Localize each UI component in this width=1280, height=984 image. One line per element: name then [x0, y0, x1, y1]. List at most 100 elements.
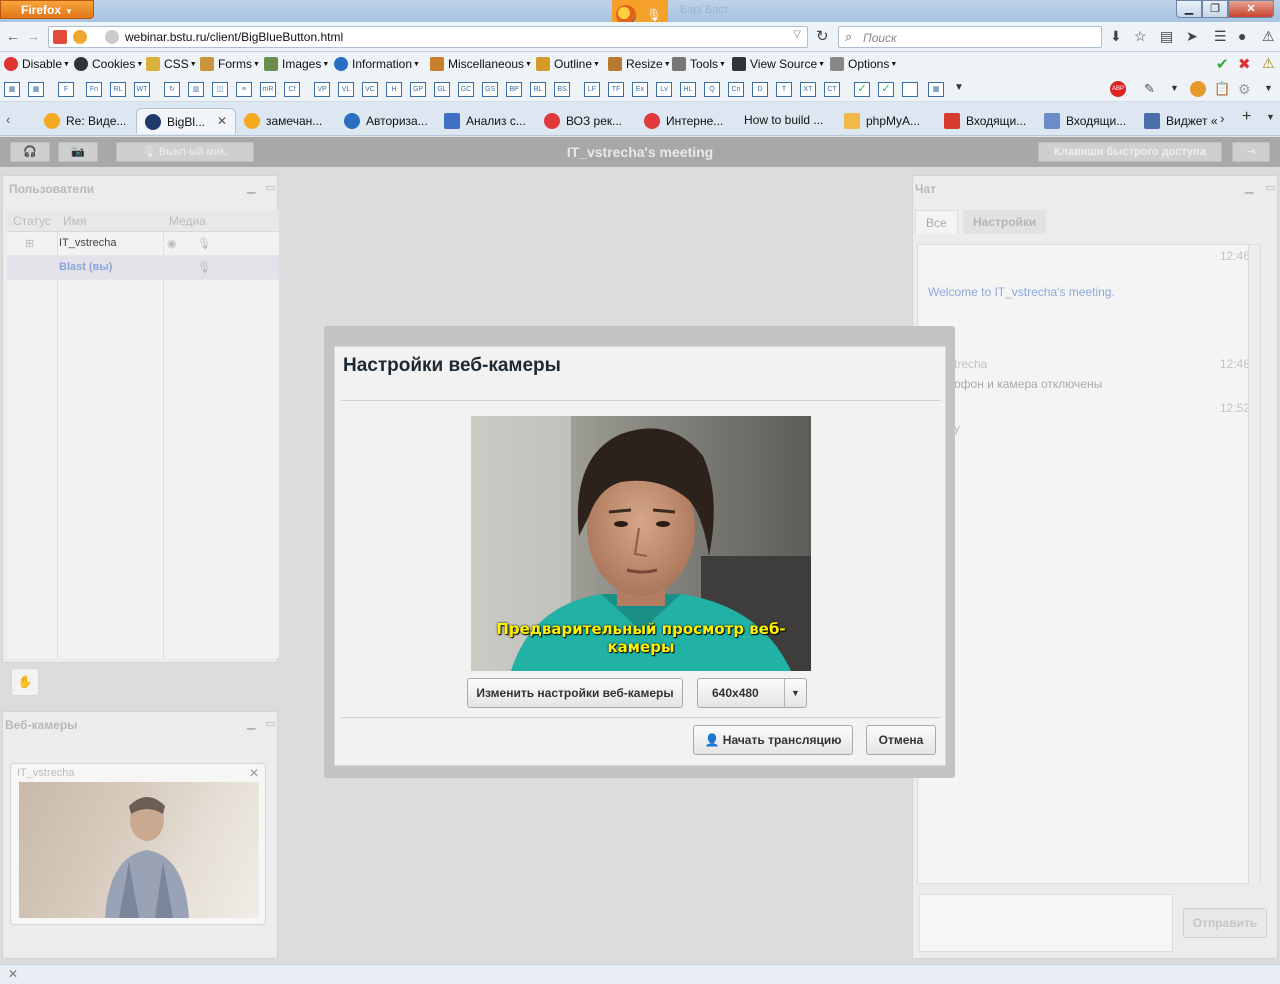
grid-icon[interactable]: ▦	[4, 82, 20, 97]
chat-scrollbar[interactable]	[1248, 245, 1260, 885]
checkbox-checked-icon[interactable]: ✓	[854, 82, 870, 97]
layout-icon[interactable]: ◫	[212, 82, 228, 97]
ext-button[interactable]: F	[58, 82, 74, 97]
shortcuts-button[interactable]: Клавиши быстрого доступа	[1038, 142, 1222, 162]
minimize-button[interactable]: ▁	[1176, 0, 1202, 18]
send-icon[interactable]: ➤	[1186, 28, 1198, 45]
toolbar-images[interactable]: Images▼	[264, 57, 329, 71]
firebug-icon[interactable]	[1190, 81, 1206, 97]
ext-button[interactable]: LF	[584, 82, 600, 97]
warning-icon[interactable]: ⚠	[1262, 28, 1275, 45]
error-icon[interactable]: ✖	[1238, 55, 1251, 73]
toolbar-options[interactable]: Options▼	[830, 57, 897, 71]
ext-button[interactable]: GS	[482, 82, 498, 97]
maximize-panel-icon[interactable]: ▭	[265, 717, 275, 730]
tab-5[interactable]: ВОЗ рек...	[544, 108, 622, 134]
tab-3[interactable]: Авториза...	[344, 108, 428, 134]
toolbar-miscellaneous[interactable]: Miscellaneous▼	[430, 57, 532, 71]
list-icon[interactable]: ≡	[236, 82, 252, 97]
tab-10[interactable]: Входящи...	[1044, 108, 1126, 134]
ext-button[interactable]: VP	[314, 82, 330, 97]
minimize-panel-icon[interactable]: ▁	[1245, 181, 1253, 194]
ext-button[interactable]: BL	[530, 82, 546, 97]
column-name[interactable]: Имя	[63, 214, 86, 228]
ext-button[interactable]: GC	[458, 82, 474, 97]
ext-button[interactable]: H	[386, 82, 402, 97]
ext-button[interactable]: T	[776, 82, 792, 97]
microphone-permission-icon[interactable]	[73, 30, 87, 44]
url-dropdown-icon[interactable]: ▽	[793, 29, 801, 40]
ext-button[interactable]: XT	[800, 82, 816, 97]
chat-tab-settings[interactable]: Настройки	[963, 210, 1047, 234]
minimize-panel-icon[interactable]: ▁	[247, 717, 255, 730]
refresh-icon[interactable]: ↻	[164, 82, 180, 97]
maximize-panel-icon[interactable]: ▭	[1265, 181, 1275, 194]
ext-button[interactable]: Lv	[656, 82, 672, 97]
close-feed-icon[interactable]: ✕	[249, 766, 259, 780]
ext-button[interactable]: Q	[704, 82, 720, 97]
chevron-down-icon[interactable]: ▼	[784, 679, 806, 707]
logout-button[interactable]: ⇥	[1232, 142, 1270, 162]
start-broadcast-button[interactable]: 👤 Начать трансляцию	[693, 725, 853, 755]
close-tab-icon[interactable]: ✕	[217, 114, 227, 128]
tab-8[interactable]: phpMyA...	[844, 108, 920, 134]
minimize-panel-icon[interactable]: ▁	[247, 181, 255, 194]
chevron-down-icon[interactable]: ▼	[1264, 83, 1273, 93]
eyedropper-icon[interactable]: ✎	[1144, 81, 1155, 97]
tab-0[interactable]: Re: Виде...	[44, 108, 126, 134]
chat-tab-all[interactable]: Все	[915, 210, 958, 234]
resolution-select[interactable]: 640x480 ▼	[697, 678, 807, 708]
ext-button[interactable]: GL	[434, 82, 450, 97]
chat-message-input[interactable]	[919, 894, 1173, 952]
ext-button[interactable]: BP	[506, 82, 522, 97]
bookmarks-list-icon[interactable]: ▤	[1160, 28, 1173, 45]
bookmark-star-icon[interactable]: ☆	[1134, 28, 1147, 45]
toolbar-view-source[interactable]: View Source▼	[732, 57, 825, 71]
url-text[interactable]: webinar.bstu.ru/client/BigBlueButton.htm…	[125, 30, 343, 44]
close-statusbar-icon[interactable]: ✕	[8, 967, 18, 981]
ext-button[interactable]: VL	[338, 82, 354, 97]
warning-triangle-icon[interactable]: ⚠	[1262, 55, 1275, 72]
webcam-feed[interactable]: IT_vstrecha ✕	[10, 763, 266, 925]
tab-11[interactable]: Виджет «	[1144, 108, 1218, 134]
maximize-button[interactable]: ❐	[1202, 0, 1228, 18]
ext-button[interactable]: CT	[824, 82, 840, 97]
validation-ok-icon[interactable]: ✔	[1216, 55, 1229, 73]
back-arrow-icon[interactable]: ←	[6, 28, 20, 44]
ext-button[interactable]: D	[752, 82, 768, 97]
maximize-panel-icon[interactable]: ▭	[265, 181, 275, 194]
column-status[interactable]: Статус	[13, 214, 51, 228]
toolbar-css[interactable]: CSS▼	[146, 57, 197, 71]
chat-icon[interactable]: ●	[1238, 28, 1246, 44]
toolbar-resize[interactable]: Resize▼	[608, 57, 671, 71]
search-input[interactable]: ⌕ Поиск	[838, 26, 1102, 48]
clipboard-icon[interactable]: 📋	[1214, 81, 1230, 97]
grid-icon[interactable]: ▦	[928, 82, 944, 97]
toolbar-outline[interactable]: Outline▼	[536, 57, 600, 71]
new-tab-icon[interactable]: +	[1242, 108, 1251, 126]
tab-scroll-left-icon[interactable]: ‹	[6, 112, 10, 127]
webcam-media-icon[interactable]: ◉	[167, 237, 177, 250]
toolbar-forms[interactable]: Forms▼	[200, 57, 260, 71]
ext-button[interactable]: Ex	[632, 82, 648, 97]
user-row-self[interactable]: Blast (вы) 🎙	[7, 256, 279, 280]
ext-button[interactable]: Cf	[284, 82, 300, 97]
toolbar-cookies[interactable]: Cookies▼	[74, 57, 143, 71]
tab-7[interactable]: How to build ...	[744, 108, 823, 134]
close-window-button[interactable]: ✕	[1228, 0, 1274, 18]
reload-icon[interactable]: ↻	[816, 27, 829, 45]
checkbox-empty-icon[interactable]	[902, 82, 918, 97]
grid-icon[interactable]: ▦	[28, 82, 44, 97]
ext-button[interactable]: BS	[554, 82, 570, 97]
tab-1-active[interactable]: BigBl... ✕	[136, 108, 236, 134]
tab-4[interactable]: Анализ с...	[444, 108, 526, 134]
adblock-icon[interactable]: ABP	[1110, 81, 1126, 97]
forward-arrow-icon[interactable]: →	[26, 28, 40, 44]
column-media[interactable]: Медиа	[169, 214, 206, 228]
toolbar-tools[interactable]: Tools▼	[672, 57, 726, 71]
raise-hand-button[interactable]: ✋	[11, 668, 39, 696]
ext-button[interactable]: VC	[362, 82, 378, 97]
tab-scroll-right-icon[interactable]: ›	[1220, 110, 1225, 126]
overflow-chevron-icon[interactable]: ▼	[954, 82, 964, 93]
change-webcam-settings-button[interactable]: Изменить настройки веб-камеры	[467, 678, 683, 708]
